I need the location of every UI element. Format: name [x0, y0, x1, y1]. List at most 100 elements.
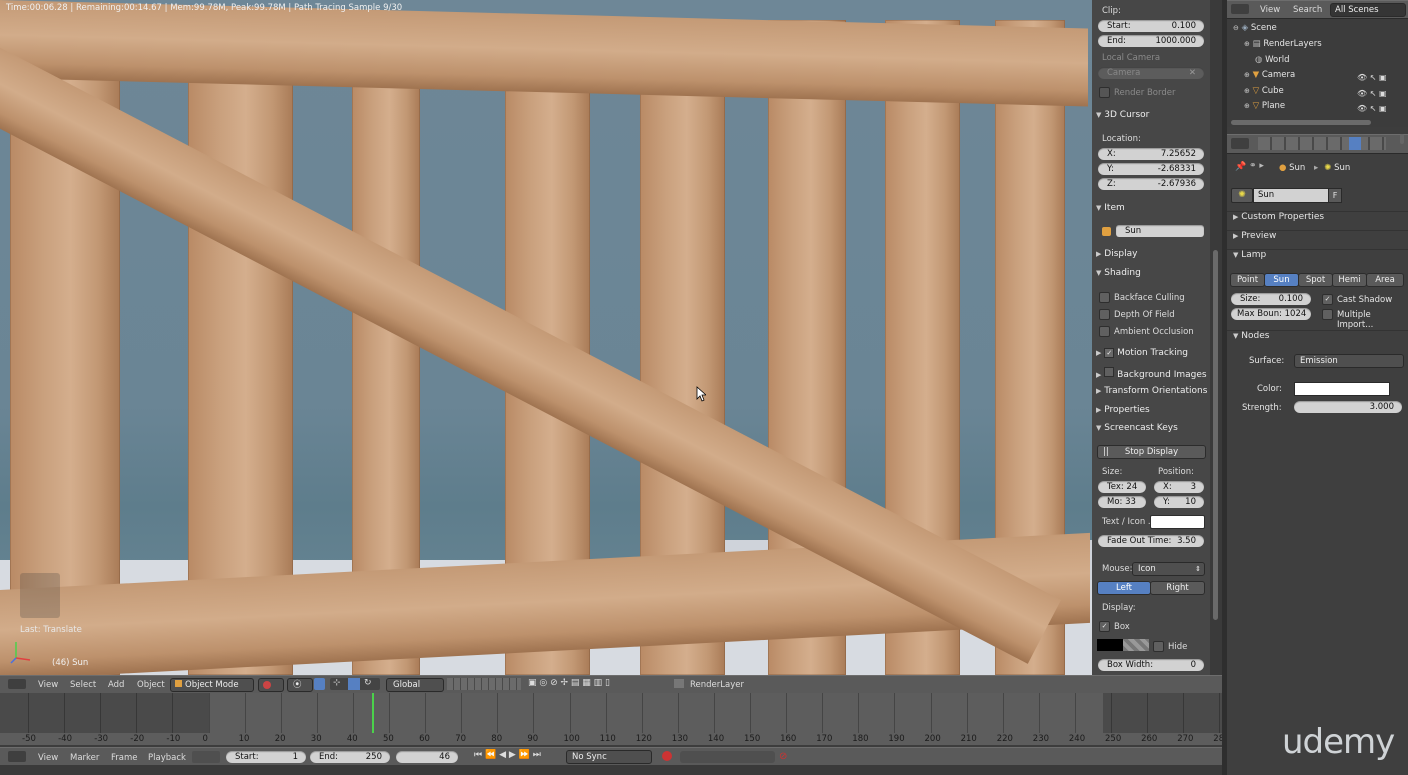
cursor-x-field[interactable]: X: 7.25652 — [1098, 148, 1204, 160]
marker-menu[interactable]: Marker — [70, 753, 99, 763]
hide-checkbox[interactable] — [1153, 641, 1164, 652]
properties-side-panel[interactable]: Clip: Start: 0.100 End: 1000.000 Local Cam… — [1092, 0, 1210, 675]
outliner-item-world[interactable]: ◍ World — [1255, 55, 1289, 65]
custom-properties-header[interactable]: ▶ Custom Properties — [1227, 211, 1408, 228]
stop-display-button[interactable]: || Stop Display — [1097, 445, 1206, 459]
camera-navigation-widget[interactable] — [20, 573, 60, 618]
render-border-checkbox[interactable] — [1099, 87, 1110, 98]
lamp-type-hemi[interactable]: Hemi — [1332, 273, 1367, 287]
box-color-swatch[interactable] — [1097, 639, 1123, 651]
pin-icon[interactable]: 📌 — [1235, 162, 1246, 172]
visibility-toggles[interactable]: 👁 ↖ ▣ 👁 ↖ ▣ 👁 ↖ ▣ — [1357, 70, 1387, 117]
timeline-area[interactable]: -50 -40 -30 -20 -10 0 10 20 30 40 50 60 70 80 90 100 110… — [0, 693, 1230, 745]
keying-set-field[interactable] — [680, 751, 775, 763]
tex-size-field[interactable]: Tex: 24 — [1098, 481, 1146, 493]
shading-dropdown[interactable] — [258, 678, 284, 692]
outliner-header[interactable]: View Search All Scenes — [1227, 0, 1408, 19]
timeline-header-bar[interactable]: View Marker Frame Playback Start: 1 End: 2… — [0, 747, 1222, 767]
playback-controls[interactable]: ⏮ ⏪ ◀ ▶ ⏩ ⏭ — [474, 750, 562, 763]
object-menu[interactable]: Object — [137, 680, 165, 690]
ambient-occlusion-checkbox[interactable] — [1099, 326, 1110, 337]
3d-viewport[interactable]: Time:00:06.28 | Remaining:00:14.67 | Mem… — [0, 0, 1092, 675]
outliner-item-plane[interactable]: ⊕ ▽ Plane — [1244, 101, 1285, 111]
checkmark-icon[interactable]: ✓ — [1104, 348, 1115, 358]
jump-start-icon[interactable]: ⏮ — [474, 750, 482, 760]
outliner-search-menu[interactable]: Search — [1293, 5, 1322, 15]
box-alpha-swatch[interactable] — [1123, 639, 1149, 651]
lamp-header[interactable]: ▼ Lamp — [1227, 249, 1408, 266]
cursor-z-field[interactable]: Z: -2.67936 — [1098, 178, 1204, 190]
renderlayer-label[interactable]: RenderLayer — [690, 680, 744, 690]
backface-culling-checkbox[interactable] — [1099, 292, 1110, 303]
play-icon[interactable]: ▶ — [509, 750, 516, 760]
item-header[interactable]: ▼ Item — [1096, 203, 1125, 213]
text-icon-color-swatch[interactable] — [1150, 515, 1205, 529]
lamp-data-tab-icon[interactable] — [1349, 137, 1361, 150]
pivot-dropdown[interactable]: ⦿ — [287, 678, 313, 692]
lamp-browse-icon[interactable]: ✺ — [1231, 188, 1253, 203]
sync-dropdown[interactable]: No Sync — [566, 750, 652, 764]
properties-header[interactable]: ▶ Properties — [1096, 405, 1150, 415]
translate-icon[interactable] — [348, 678, 360, 690]
right-button[interactable]: Right — [1150, 581, 1205, 595]
clip-start-field[interactable]: Start: 0.100 — [1098, 20, 1204, 32]
properties-tabs-bar[interactable] — [1227, 134, 1408, 154]
screencast-keys-header[interactable]: ▼ Screencast Keys — [1096, 423, 1178, 433]
box-width-field[interactable]: Box Width: 0 — [1098, 659, 1204, 671]
left-button[interactable]: Left — [1097, 581, 1151, 595]
outliner-item-cube[interactable]: ⊕ ▽ Cube — [1244, 86, 1284, 96]
prev-key-icon[interactable]: ⏪ — [485, 750, 496, 760]
transform-orientations-header[interactable]: ▶ Transform Orientations — [1096, 386, 1207, 396]
view-menu[interactable]: View — [38, 680, 58, 690]
start-frame-field[interactable]: Start: 1 — [226, 751, 306, 763]
display-mode-dropdown[interactable]: All Scenes — [1330, 3, 1406, 17]
position-y-field[interactable]: Y: 10 — [1154, 496, 1204, 508]
fake-user-button[interactable]: F — [1328, 188, 1342, 203]
surface-dropdown[interactable]: Emission — [1294, 354, 1404, 368]
mode-dropdown[interactable]: Object Mode — [170, 678, 254, 692]
lamp-datablock-name[interactable]: Sun — [1253, 188, 1330, 203]
position-x-field[interactable]: X: 3 — [1154, 481, 1204, 493]
layer-toggle-icon[interactable] — [314, 678, 325, 690]
outliner-item-scene[interactable]: ⊖ ◈ Scene — [1233, 23, 1277, 33]
outliner-view-menu[interactable]: View — [1260, 5, 1280, 15]
play-reverse-icon[interactable]: ◀ — [499, 750, 506, 760]
frame-menu[interactable]: Frame — [111, 753, 137, 763]
editor-type-icon[interactable] — [8, 679, 26, 689]
editor-type-icon[interactable] — [1231, 4, 1249, 14]
motion-tracking-header[interactable]: ▶ ✓ Motion Tracking — [1096, 348, 1188, 358]
properties-scrollbar[interactable] — [1398, 134, 1406, 434]
snapping-tools[interactable]: ▣ ◎ ⊘ ✢ ▤ ▦ ▥ ▯ — [528, 678, 668, 690]
max-bounces-field[interactable]: Max Boun: 1024 — [1231, 308, 1311, 320]
cast-shadow-checkbox[interactable]: ✓ — [1322, 294, 1333, 305]
manipulator-icon[interactable]: ⊹ — [333, 678, 341, 688]
timeline-view-menu[interactable]: View — [38, 753, 58, 763]
playback-menu[interactable]: Playback — [148, 753, 186, 763]
keyframe-insert-icon[interactable]: ⊘ — [779, 751, 803, 763]
layer-buttons[interactable] — [447, 678, 521, 690]
properties-editor[interactable]: 📌 ⚭ ▸ ● Sun ▸ ✺ Sun ✺ Sun F ▶ Custom Prop… — [1227, 134, 1408, 775]
current-frame-indicator[interactable] — [372, 693, 374, 733]
jump-end-icon[interactable]: ⏭ — [533, 750, 541, 760]
editor-type-icon[interactable] — [8, 751, 26, 762]
select-menu[interactable]: Select — [70, 680, 96, 690]
current-frame-field[interactable]: 46 — [396, 751, 458, 763]
preview-header[interactable]: ▶ Preview — [1227, 230, 1408, 247]
checkbox-icon[interactable] — [1104, 367, 1115, 377]
manipulator-buttons[interactable]: ⊹ ↻ — [330, 678, 380, 690]
side-panel-scrollbar[interactable] — [1210, 0, 1222, 675]
lock-icon[interactable]: ▣ ◎ ⊘ ✢ ▤ ▦ ▥ ▯ — [528, 678, 610, 688]
rotate-icon[interactable]: ↻ — [364, 678, 372, 688]
lamp-type-spot[interactable]: Spot — [1298, 273, 1333, 287]
context-tabs[interactable] — [1258, 137, 1386, 150]
shading-header[interactable]: ▼ Shading — [1096, 268, 1141, 278]
emission-color-swatch[interactable] — [1294, 382, 1390, 396]
depth-of-field-checkbox[interactable] — [1099, 309, 1110, 320]
camera-field[interactable]: Camera ✕ — [1098, 67, 1204, 79]
editor-type-icon[interactable] — [1231, 138, 1249, 149]
nodes-header[interactable]: ▼ Nodes — [1227, 330, 1408, 347]
lamp-type-point[interactable]: Point — [1230, 273, 1265, 287]
lamp-type-sun[interactable]: Sun — [1264, 273, 1299, 287]
outliner-item-renderlayers[interactable]: ⊕ ▤ RenderLayers — [1244, 39, 1322, 49]
mo-size-field[interactable]: Mo: 33 — [1098, 496, 1146, 508]
